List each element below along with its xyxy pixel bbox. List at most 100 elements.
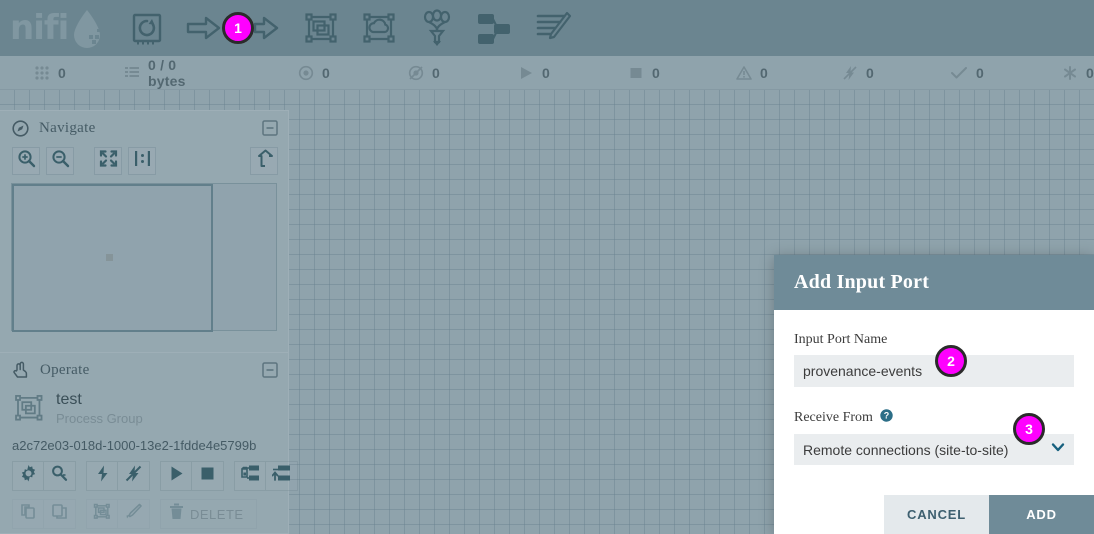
toolbar-remote-process-group-button[interactable] bbox=[358, 7, 400, 49]
status-up-to-date: 0 bbox=[950, 65, 984, 81]
zoom-in-button[interactable] bbox=[12, 147, 40, 175]
status-value: 0 bbox=[976, 64, 984, 81]
status-value: 0 bbox=[432, 64, 440, 81]
zoom-out-button[interactable] bbox=[46, 147, 74, 175]
add-button[interactable]: ADD bbox=[989, 495, 1094, 534]
paste-button[interactable] bbox=[44, 499, 76, 529]
sync-failure-icon bbox=[1062, 65, 1078, 81]
operate-entity-id: a2c72e03-018d-1000-13e2-1fdde4e5799b bbox=[12, 438, 257, 453]
enable-button[interactable] bbox=[86, 461, 118, 491]
toolbar-funnel-button[interactable] bbox=[416, 7, 458, 49]
cancel-button[interactable]: CANCEL bbox=[884, 495, 989, 534]
zoom-out-icon bbox=[51, 149, 70, 173]
operate-entity-name: test bbox=[56, 391, 82, 408]
copy-button[interactable] bbox=[12, 499, 44, 529]
template-icon bbox=[476, 10, 514, 46]
toolbar-processor-button[interactable] bbox=[126, 7, 168, 49]
status-invalid: 0 bbox=[736, 65, 768, 81]
operate-panel-header: Operate bbox=[0, 353, 288, 387]
water-drop-icon bbox=[70, 8, 104, 48]
input-port-icon bbox=[185, 13, 225, 43]
not-transmitting-icon bbox=[408, 65, 424, 81]
annotation-badge-3: 3 bbox=[1013, 413, 1045, 445]
play-icon bbox=[168, 465, 185, 487]
dialog-body: Input Port Name provenance-events Receiv… bbox=[774, 310, 1094, 465]
color-button[interactable] bbox=[118, 499, 150, 529]
minimap-component-dot bbox=[106, 254, 113, 261]
status-value: 0 bbox=[1086, 64, 1094, 81]
operate-buttons-row-1 bbox=[0, 453, 298, 491]
navigate-panel: Navigate bbox=[0, 110, 289, 354]
group-button[interactable] bbox=[86, 499, 118, 529]
zoom-fit-button[interactable] bbox=[94, 147, 122, 175]
magnifier-icon bbox=[51, 465, 68, 487]
stop-icon bbox=[199, 465, 216, 487]
configure-button[interactable] bbox=[12, 461, 44, 491]
gear-icon bbox=[20, 465, 37, 487]
status-transmitting: 0 bbox=[298, 65, 330, 81]
view-details-button[interactable] bbox=[44, 461, 76, 491]
remote-process-group-icon bbox=[360, 10, 398, 46]
navigate-controls bbox=[0, 145, 288, 175]
operate-panel: Operate test Process Group a2c72e03-018d… bbox=[0, 352, 298, 534]
disable-button[interactable] bbox=[118, 461, 150, 491]
top-toolbar: nifi bbox=[0, 0, 1094, 56]
bolt-slash-icon bbox=[125, 465, 142, 487]
operate-entity-type: Process Group bbox=[56, 410, 143, 426]
template-save-icon bbox=[240, 465, 260, 487]
fit-screen-icon bbox=[99, 149, 118, 173]
status-active-threads: 0 bbox=[34, 65, 66, 81]
paintbrush-icon bbox=[125, 503, 142, 525]
svg-text:?: ? bbox=[884, 411, 890, 421]
receive-from-value: Remote connections (site-to-site) bbox=[803, 441, 1009, 458]
field-spacer bbox=[794, 387, 1074, 409]
up-to-date-icon bbox=[950, 65, 968, 81]
active-threads-icon bbox=[34, 65, 50, 81]
disabled-icon bbox=[842, 65, 858, 81]
create-template-button[interactable] bbox=[234, 461, 266, 491]
hand-pointer-icon bbox=[12, 361, 30, 379]
toolbar-label-button[interactable] bbox=[532, 7, 574, 49]
input-port-name-label: Input Port Name bbox=[794, 332, 1074, 348]
question-circle-icon[interactable]: ? bbox=[880, 409, 893, 427]
navigate-panel-title: Navigate bbox=[39, 119, 96, 136]
input-port-name-label-text: Input Port Name bbox=[794, 332, 888, 347]
input-port-name-field[interactable]: provenance-events bbox=[794, 355, 1074, 387]
go-to-parent-button[interactable] bbox=[250, 147, 278, 175]
toolbar-input-port-button[interactable] bbox=[184, 7, 226, 49]
stop-button[interactable] bbox=[192, 461, 224, 491]
start-button[interactable] bbox=[160, 461, 192, 491]
zoom-in-icon bbox=[17, 149, 36, 173]
status-sync-failure: 0 bbox=[1062, 65, 1094, 81]
minus-box-icon[interactable] bbox=[262, 120, 278, 136]
status-value: 0 / 0 bytes bbox=[148, 56, 186, 89]
status-queued: 0 / 0 bytes bbox=[124, 57, 216, 89]
funnel-icon bbox=[418, 9, 456, 47]
toolbar-icons bbox=[126, 7, 574, 49]
actual-size-icon bbox=[133, 149, 152, 173]
status-running: 0 bbox=[518, 65, 550, 81]
minus-box-icon[interactable] bbox=[262, 362, 278, 378]
process-group-icon bbox=[302, 10, 340, 46]
paste-icon bbox=[51, 503, 68, 525]
invalid-icon bbox=[736, 65, 752, 81]
status-value: 0 bbox=[760, 64, 768, 81]
annotation-badge-2: 2 bbox=[935, 345, 967, 377]
up-arrow-icon bbox=[255, 149, 274, 173]
upload-template-button[interactable] bbox=[266, 461, 298, 491]
stopped-icon bbox=[628, 65, 644, 81]
delete-button[interactable]: DELETE bbox=[160, 499, 257, 529]
zoom-actual-size-button[interactable] bbox=[128, 147, 156, 175]
toolbar-process-group-button[interactable] bbox=[300, 7, 342, 49]
nifi-logo: nifi bbox=[0, 0, 110, 56]
minimap[interactable] bbox=[11, 183, 277, 332]
toolbar-template-button[interactable] bbox=[474, 7, 516, 49]
status-disabled: 0 bbox=[842, 65, 874, 81]
operate-entity: test Process Group bbox=[0, 387, 288, 430]
dialog-footer: CANCEL ADD bbox=[774, 495, 1094, 534]
chevron-down-icon[interactable] bbox=[1050, 439, 1066, 460]
trash-icon bbox=[169, 503, 184, 525]
compass-icon bbox=[12, 119, 29, 137]
group-icon bbox=[93, 503, 111, 525]
